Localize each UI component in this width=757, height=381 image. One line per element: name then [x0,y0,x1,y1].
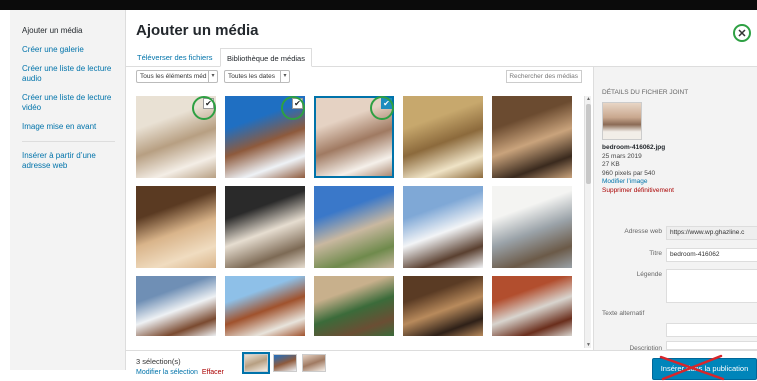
grid-scrollbar[interactable]: ▲ ▼ [584,96,591,348]
title-input[interactable]: bedroom-416062 [666,248,757,262]
media-grid: ✔ ✔ ✔ [136,96,581,346]
edit-selection-link[interactable]: Modifier la sélection [136,369,198,376]
media-thumb-library-room[interactable] [492,96,572,178]
description-textarea[interactable] [666,341,757,350]
media-tabs: Téléverser des fichiers Bibliothèque de … [126,44,757,67]
media-thumb-chalet-village[interactable] [225,276,305,336]
alt-text-label: Texte alternatif [602,310,645,317]
check-icon[interactable]: ✔ [203,98,214,109]
media-modal: Ajouter un média ✕ Téléverser des fichie… [126,10,757,381]
sidebar-divider [22,141,115,142]
media-thumb-brick-wall[interactable] [492,276,572,336]
media-thumb-billiard-room[interactable] [314,276,394,336]
sidebar-item-featured-image[interactable]: Image mise en avant [22,122,125,132]
sidebar-item-create-gallery[interactable]: Créer une galerie [22,45,125,55]
details-date: 25 mars 2019 [602,152,642,160]
media-thumb-bedroom[interactable]: ✔ [314,96,394,178]
close-icon[interactable]: ✕ [733,24,751,42]
date-select-value: Toutes les dates [228,73,275,80]
attachment-details: Détails du fichier joint bedroom-416062.… [593,67,757,352]
check-icon[interactable]: ✔ [292,98,303,109]
search-input[interactable]: Rechercher des médias [506,70,582,83]
page-title: Ajouter un média [136,22,259,39]
media-thumb-ornate-dome[interactable] [403,96,483,178]
selection-thumb-2[interactable] [273,354,297,372]
caption-label: Légende [636,271,662,278]
details-title: Détails du fichier joint [602,89,689,96]
top-bar [0,0,757,10]
tab-upload-files[interactable]: Téléverser des fichiers [131,48,218,67]
scrollbar-thumb[interactable] [586,104,591,184]
media-thumb-snowy-house[interactable] [136,276,216,336]
sidebar-item-video-playlist[interactable]: Créer une liste de lecture vidéo [22,93,125,113]
sidebar-item-audio-playlist[interactable]: Créer une liste de lecture audio [22,64,125,84]
selection-count: 3 sélection(s) [136,357,181,366]
chevron-down-icon: ▾ [280,71,289,82]
title-label: Titre [649,250,662,257]
media-thumb-mountain-chalet[interactable] [403,186,483,268]
media-thumb-bookshelves[interactable] [403,276,483,336]
date-select[interactable]: Toutes les dates ▾ [224,70,290,83]
scroll-down-icon[interactable]: ▼ [585,342,592,348]
details-thumbnail [602,102,642,140]
scroll-up-icon[interactable]: ▲ [585,96,592,102]
details-filename: bedroom-416062.jpg [602,144,666,151]
edit-image-link[interactable]: Modifier l’image [602,178,751,187]
selection-links: Modifier la sélection Effacer [136,369,224,376]
selection-thumb-3[interactable] [302,354,326,372]
check-icon[interactable]: ✔ [381,98,392,109]
sidebar-item-insert-from-url[interactable]: Insérer à partir d’une adresse web [22,151,125,171]
media-sidebar: Ajouter un média Créer une galerie Créer… [10,10,126,370]
media-thumb-living-room[interactable]: ✔ [136,96,216,178]
url-label: Adresse web [624,228,662,235]
sidebar-item-add-media[interactable]: Ajouter un média [22,26,125,36]
insert-into-post-button[interactable]: Insérer dans la publication [652,358,757,380]
media-thumb-window-room[interactable] [225,186,305,268]
clear-selection-link[interactable]: Effacer [202,369,224,376]
details-dimensions: 960 pixels par 540 [602,169,656,177]
chevron-down-icon: ▾ [208,71,217,82]
media-thumb-wood-bedroom[interactable] [136,186,216,268]
details-meta: bedroom-416062.jpg 25 mars 2019 27 KB 96… [602,144,751,196]
media-thumb-white-kitchen[interactable] [492,186,572,268]
media-type-select-value: Tous les éléments méd [140,73,207,80]
tab-media-library[interactable]: Bibliothèque de médias [220,48,312,67]
caption-textarea[interactable] [666,269,757,303]
media-type-select[interactable]: Tous les éléments méd ▾ [136,70,218,83]
media-thumb-castle[interactable] [314,186,394,268]
alt-text-input[interactable] [666,323,757,337]
details-size: 27 KB [602,161,620,169]
media-footer: 3 sélection(s) Modifier la sélection Eff… [126,350,757,381]
media-thumb-snow-cabin[interactable]: ✔ [225,96,305,178]
delete-permanently-link[interactable]: Supprimer définitivement [602,187,751,196]
selection-thumb-1[interactable] [242,352,270,374]
url-input[interactable]: https://www.wp.ghazline.c [666,226,757,240]
